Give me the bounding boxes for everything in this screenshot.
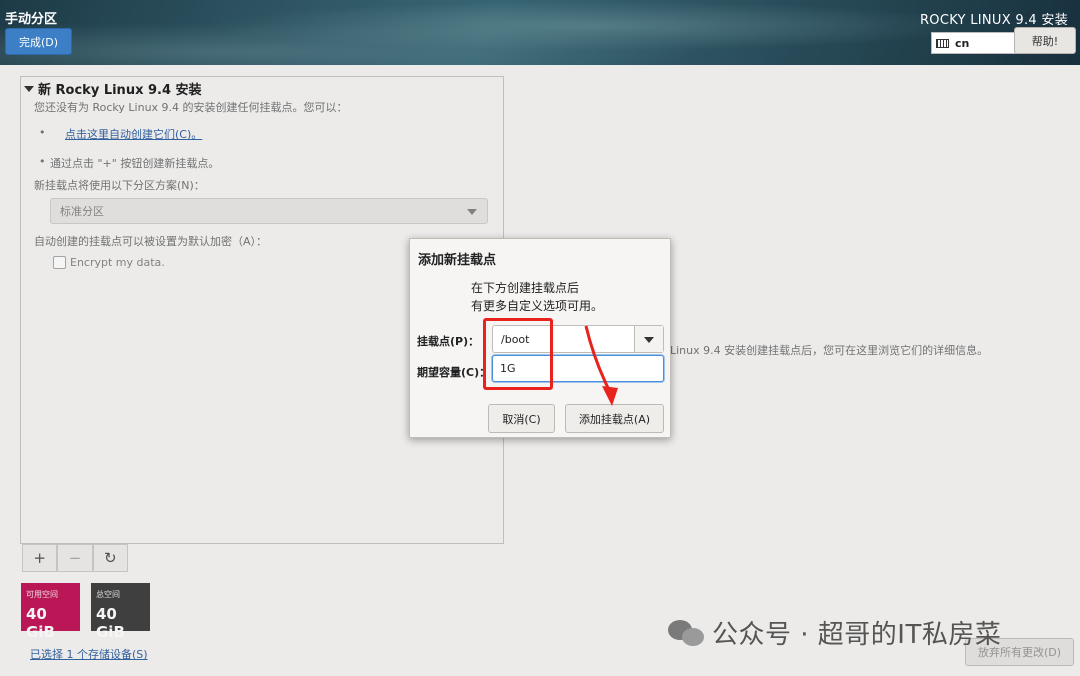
partition-scheme-value: 标准分区 xyxy=(60,205,104,218)
mount-point-label: 挂载点(P)： xyxy=(417,335,480,348)
bullet-1: • xyxy=(39,126,46,139)
encrypt-checkbox-label: Encrypt my data. xyxy=(70,256,165,269)
capacity-label: 期望容量(C)： xyxy=(417,366,491,379)
auto-create-link[interactable]: 点击这里自动创建它们(C)。 xyxy=(65,126,202,142)
manual-create-text: 通过点击 "+" 按钮创建新挂载点。 xyxy=(50,157,220,170)
mount-toolbar: + − ↻ xyxy=(22,544,128,574)
chevron-down-icon xyxy=(467,209,477,215)
page-title: 手动分区 xyxy=(5,12,58,27)
install-section-title[interactable]: 新 Rocky Linux 9.4 安装 xyxy=(24,79,202,98)
done-button[interactable]: 完成(D) xyxy=(5,28,72,55)
watermark-text: 公众号 · 超哥的IT私房菜 xyxy=(712,620,1002,650)
install-title-label: 新 Rocky Linux 9.4 安装 xyxy=(38,83,202,98)
chevron-down-icon xyxy=(644,337,654,343)
details-info-text: Linux 9.4 安装创建挂载点后，您可在这里浏览它们的详细信息。 xyxy=(670,344,989,357)
dialog-title: 添加新挂载点 xyxy=(418,253,497,268)
expander-triangle-icon xyxy=(24,85,34,92)
keyboard-layout-label: cn xyxy=(955,36,970,50)
encrypt-checkbox[interactable] xyxy=(53,256,66,269)
no-mounts-text: 您还没有为 Rocky Linux 9.4 的安装创建任何挂载点。您可以： xyxy=(34,101,348,114)
available-space-label: 可用空间 xyxy=(26,590,58,599)
total-space-box: 总空间 40 GiB xyxy=(91,583,150,641)
dialog-desc-line1: 在下方创建挂载点后 xyxy=(471,281,580,295)
total-space-value: 40 GiB xyxy=(96,605,125,641)
annotation-arrow-icon xyxy=(584,325,618,406)
dialog-desc-line2: 有更多自定义选项可用。 xyxy=(471,299,604,313)
keyboard-icon xyxy=(936,38,949,48)
selected-devices-link[interactable]: 已选择 1 个存储设备(S) xyxy=(30,646,148,662)
bullet-2: • xyxy=(39,155,46,168)
encrypt-label: 自动创建的挂载点可以被设置为默认加密（A）： xyxy=(34,235,268,248)
total-space-label: 总空间 xyxy=(96,590,120,599)
available-space-box: 可用空间 40 GiB xyxy=(21,583,80,641)
header-banner xyxy=(0,0,1080,65)
remove-mount-button[interactable]: − xyxy=(57,544,93,572)
refresh-button[interactable]: ↻ xyxy=(92,544,128,572)
help-button[interactable]: 帮助! xyxy=(1014,27,1076,54)
cancel-button[interactable]: 取消(C) xyxy=(488,404,555,433)
scheme-label: 新挂载点将使用以下分区方案(N)： xyxy=(34,179,205,192)
available-space-value: 40 GiB xyxy=(26,605,55,641)
watermark: 公众号 · 超哥的IT私房菜 xyxy=(668,614,1001,651)
keyboard-layout-indicator[interactable]: cn xyxy=(931,32,1017,54)
annotation-highlight-box xyxy=(483,318,553,390)
partition-scheme-select[interactable]: 标准分区 xyxy=(50,198,488,224)
wechat-icon xyxy=(668,618,706,648)
add-mount-button[interactable]: + xyxy=(22,544,58,572)
product-title: ROCKY LINUX 9.4 安装 xyxy=(919,13,1068,28)
